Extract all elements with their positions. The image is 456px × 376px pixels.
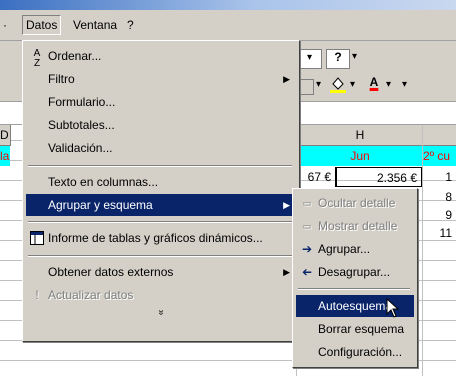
menu-help[interactable]: ?: [124, 16, 137, 34]
menu-item-subtotales[interactable]: Subtotales...: [26, 114, 296, 136]
submenu-item-desagrupar[interactable]: ➔ Desagrupar...: [296, 261, 414, 283]
fill-color-icon[interactable]: [330, 75, 346, 93]
chevron-down-icon[interactable]: ▾: [316, 79, 321, 90]
submenu-separator: [298, 288, 410, 290]
menu-separator: [28, 221, 292, 223]
menu-bar: · Datos Ventana ?: [0, 10, 456, 41]
cell-2-cuatrimestre[interactable]: 2º cu: [423, 146, 456, 166]
menu-item-agrupar-esquema[interactable]: Agrupar y esquema ▶: [26, 194, 296, 216]
menu-item-ordenar[interactable]: AZ Ordenar...: [26, 45, 296, 69]
menu-separator: [28, 165, 292, 167]
toolbar-dropdown[interactable]: ▾: [300, 49, 322, 69]
font-color-icon[interactable]: A: [366, 75, 382, 95]
chevron-down-icon[interactable]: ▾: [350, 79, 355, 90]
chevron-down-icon[interactable]: ▾: [352, 51, 357, 62]
submenu-arrow-icon: ▶: [283, 200, 290, 210]
submenu-item-ocultar-detalle[interactable]: ▭ Ocultar detalle: [296, 192, 414, 214]
refresh-icon: !: [35, 288, 39, 302]
cell-edge-2[interactable]: 8: [440, 187, 456, 207]
cell-value-h[interactable]: 2.356 €: [336, 167, 422, 187]
submenu-item-configuracion[interactable]: Configuración...: [296, 341, 414, 363]
menu-item-filtro[interactable]: Filtro ▶: [26, 68, 296, 90]
chevron-down-icon[interactable]: ▾: [402, 79, 407, 90]
arrow-left-icon: ➔: [301, 265, 313, 279]
chevron-down-icon: ▾: [307, 52, 313, 63]
sort-az-icon: AZ: [33, 48, 41, 69]
submenu-item-mostrar-detalle[interactable]: ▭ Mostrar detalle: [296, 215, 414, 237]
cyan-cell-left: la: [0, 146, 10, 166]
cell-edge-1[interactable]: 1: [440, 167, 456, 187]
help-button[interactable]: ?: [326, 49, 350, 69]
submenu-item-borrar-esquema[interactable]: Borrar esquema: [296, 318, 414, 340]
chevron-down-icon[interactable]: ▾: [386, 79, 391, 90]
cell-edge-4[interactable]: 11: [436, 223, 456, 243]
menu-item-informe-tablas[interactable]: Informe de tablas y gráficos dinámicos..…: [26, 227, 296, 249]
title-bar: [0, 0, 456, 10]
menu-ventana[interactable]: Ventana: [70, 16, 120, 34]
datos-menu: AZ Ordenar... Filtro ▶ Formulario... Sub…: [22, 40, 300, 342]
column-header-i[interactable]: [423, 125, 456, 146]
menu-item-texto-columnas[interactable]: Texto en columnas...: [26, 171, 296, 193]
menu-item-actualizar-datos[interactable]: ! Actualizar datos: [26, 284, 296, 306]
expand-menu-icon[interactable]: »: [156, 307, 167, 319]
submenu-arrow-icon: ▶: [283, 267, 290, 277]
grid-line: [422, 125, 423, 376]
arrow-right-icon: ➔: [301, 242, 313, 256]
menu-item-obtener-datos[interactable]: Obtener datos externos ▶: [26, 261, 296, 283]
cell-jun[interactable]: Jun: [298, 146, 422, 166]
submenu-arrow-icon: ▶: [283, 74, 290, 84]
agrupar-submenu: ▭ Ocultar detalle ▭ Mostrar detalle ➔ Ag…: [292, 188, 418, 368]
menu-item-formulario[interactable]: Formulario...: [26, 91, 296, 113]
show-detail-icon: ▭: [302, 221, 312, 231]
pivot-table-icon: [29, 227, 45, 252]
menu-edge: ·: [3, 18, 7, 32]
mouse-cursor-icon: [386, 297, 400, 321]
submenu-item-agrupar[interactable]: ➔ Agrupar...: [296, 238, 414, 260]
menu-datos[interactable]: Datos: [22, 15, 62, 35]
menu-item-validacion[interactable]: Validación...: [26, 137, 296, 159]
column-header-h[interactable]: H: [298, 125, 423, 146]
column-header-d[interactable]: D: [0, 125, 11, 146]
menu-separator: [28, 255, 292, 257]
cell-edge-3[interactable]: 9: [440, 205, 456, 225]
question-icon: ?: [334, 50, 342, 64]
cell-value-g[interactable]: 67 €: [296, 167, 336, 187]
borders-icon[interactable]: [298, 79, 314, 95]
hide-detail-icon: ▭: [302, 198, 312, 208]
